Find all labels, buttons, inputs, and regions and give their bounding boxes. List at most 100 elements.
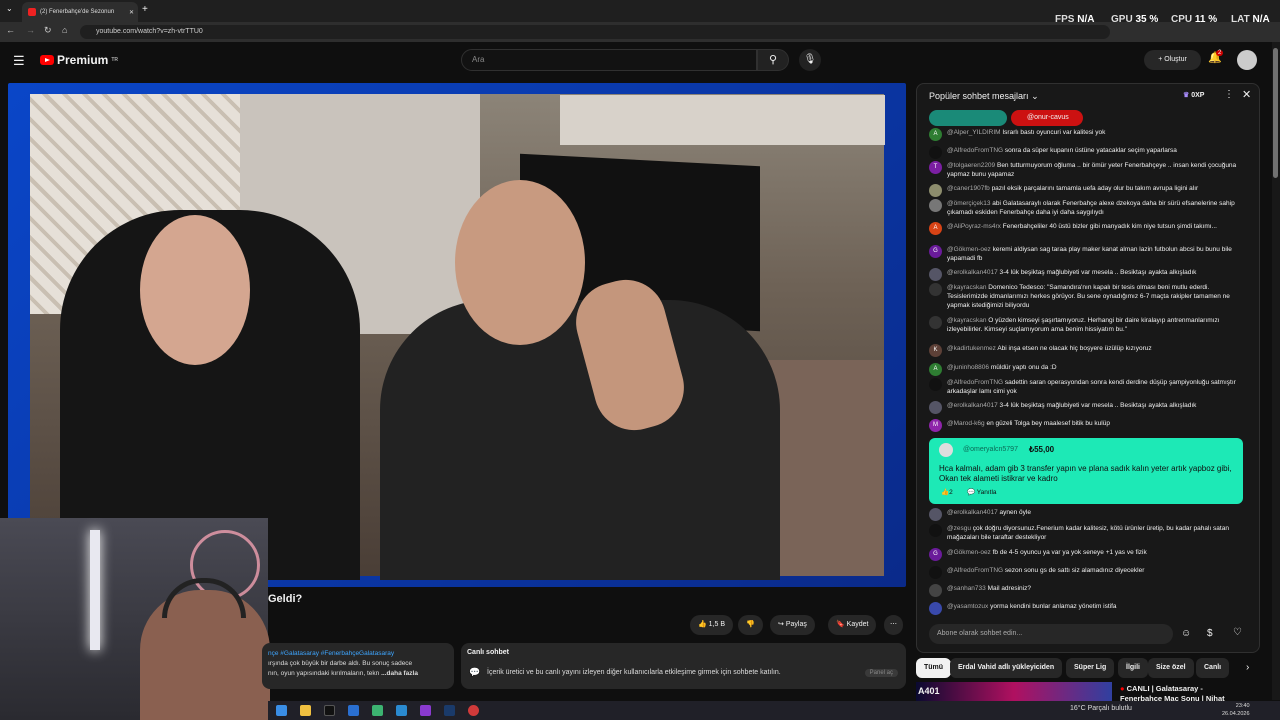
xp-value: 0XP: [1191, 92, 1205, 99]
chat-message[interactable]: @kayracskan O yüzden kimseyi şaşırtamıyo…: [929, 316, 1245, 334]
super-chat-text: Hca kalmalı, adam gib 3 transfer yapın v…: [939, 464, 1232, 483]
chat-author: @Alper_YILDIRIM: [947, 129, 1001, 136]
chat-message[interactable]: @caner1907fb pazıl eksik parçalarını tam…: [929, 184, 1245, 197]
chat-message[interactable]: @kayracskan Domenico Tedesco: "Samandıra…: [929, 283, 1245, 310]
chat-message[interactable]: M @Marod-k6g en güzeli Tolga bey maalesef…: [929, 419, 1245, 432]
tab-list-icon[interactable]: ⌄: [6, 4, 13, 13]
outlook-icon[interactable]: [348, 705, 359, 716]
chat-text: Fenerbahçeliler 40 üstü bizler gibi many…: [1002, 223, 1217, 230]
chat-input[interactable]: Abone olarak sohbet edin...: [929, 624, 1173, 644]
tiktok-icon[interactable]: [324, 705, 335, 716]
chat-message-list[interactable]: A @Alper_YILDIRIM Israrlı bastı oyuncuri …: [917, 128, 1257, 618]
obs-icon[interactable]: [468, 705, 479, 716]
webcam-light: [90, 530, 100, 650]
create-button[interactable]: + Oluştur: [1144, 50, 1201, 70]
reload-icon[interactable]: ↻: [44, 25, 52, 36]
search-button[interactable]: ⚲: [757, 49, 789, 71]
chat-author: @tolgaeren2209: [947, 162, 996, 169]
chat-text: çok doğru diyorsunuz.Fenerium kadar kali…: [947, 525, 1229, 541]
start-icon[interactable]: [276, 705, 287, 716]
chat-message[interactable]: K @kadirtukenmez Abi inşa etsen ne olacak…: [929, 344, 1245, 357]
chat-message[interactable]: @yasamtozux yorma kendini bunlar anlamaz…: [929, 602, 1245, 615]
open-panel-button[interactable]: Panel aç: [864, 669, 898, 677]
new-tab-icon[interactable]: +: [142, 4, 148, 15]
description-box[interactable]: nçe #Galatasaray #FenerbahçeGalatasaray …: [262, 643, 454, 689]
chat-message[interactable]: A @juninho8806 müldür yaptı onu da :D: [929, 363, 1245, 376]
filter-chip[interactable]: Tümü: [916, 658, 952, 678]
chat-message[interactable]: @AlfredoFromTNG sonra da süper kupanın ü…: [929, 146, 1245, 159]
filter-chip[interactable]: İlgili: [1118, 658, 1148, 678]
pinned-user-chip[interactable]: @onur-cavus: [1011, 110, 1083, 126]
chat-message[interactable]: @erolkalkan4017 3-4 lük beşiktaş mağlubi…: [929, 268, 1245, 281]
chat-message[interactable]: @erolkalkan4017 aynen öyle: [929, 508, 1245, 521]
chat-message-body: @AlfredoFromTNG sonra da süper kupanın ü…: [947, 146, 1177, 159]
cpu-value: 11 %: [1194, 14, 1218, 25]
chat-message[interactable]: @AlfredoFromTNG sadettin saran operasyon…: [929, 378, 1245, 396]
chat-author: @AliPoyraz-ms4rx: [947, 223, 1001, 230]
filter-chip[interactable]: Canlı: [1196, 658, 1230, 678]
more-actions-button[interactable]: ⋯: [884, 615, 903, 635]
chat-text: fb de 4-5 oyuncu ya var ya yok seneye +1…: [992, 549, 1147, 556]
chat-message[interactable]: A @Alper_YILDIRIM Israrlı bastı oyuncuri …: [929, 128, 1245, 141]
super-chat-icon[interactable]: $: [1207, 628, 1213, 639]
xbox-icon[interactable]: [372, 705, 383, 716]
save-button[interactable]: 🔖 Kaydet: [828, 615, 877, 635]
chat-message[interactable]: G @Gökmen-oez fb de 4-5 oyuncu ya var ya …: [929, 548, 1245, 561]
chat-message[interactable]: T @tolgaeren2209 Ben tutturmuyorum oğluma…: [929, 161, 1245, 179]
crown-icon: ♛: [1183, 92, 1190, 99]
scrollbar-thumb[interactable]: [1273, 48, 1278, 178]
back-icon[interactable]: ←: [6, 25, 15, 35]
share-button[interactable]: ↪ Paylaş: [770, 615, 815, 635]
voice-search-button[interactable]: 🎙: [799, 49, 821, 71]
explorer-icon[interactable]: [300, 705, 311, 716]
chat-more-icon[interactable]: ⋮: [1224, 89, 1234, 100]
super-chat-like[interactable]: 👍2: [941, 488, 953, 496]
search-input[interactable]: Ara: [461, 49, 757, 71]
url-field[interactable]: youtube.com/watch?v=zh-vtrTTU0: [80, 25, 1110, 39]
clock[interactable]: 23:40 26.04.2026: [1222, 702, 1250, 718]
close-tab-icon[interactable]: ✕: [129, 9, 134, 16]
chat-message-body: @Alper_YILDIRIM Israrlı bastı oyuncuri v…: [947, 128, 1105, 141]
chat-message[interactable]: A @AliPoyraz-ms4rx Fenerbahçeliler 40 üst…: [929, 222, 1245, 235]
filter-chip[interactable]: Süper Lig: [1066, 658, 1115, 678]
avatar: [929, 524, 942, 537]
chat-message[interactable]: G @Gökmen-oez keremi aldiysan sag taraa p…: [929, 245, 1245, 263]
chat-message[interactable]: @AlfredoFromTNG sezon sonu gs de sattı s…: [929, 566, 1245, 579]
xp-badge[interactable]: ♛ 0XP: [1183, 91, 1204, 99]
avatar: [929, 602, 942, 615]
chat-text: sezon sonu gs de sattı siz alamadınız di…: [1004, 567, 1145, 574]
home-icon[interactable]: ⌂: [62, 25, 67, 35]
filter-chip[interactable]: Erdal Vahid adlı yükleyiciden: [950, 658, 1063, 678]
emoji-icon[interactable]: ☺: [1181, 628, 1191, 639]
show-more-link[interactable]: ...daha fazla: [381, 670, 418, 677]
chat-message[interactable]: @sanhan733 Mail adresiniz?: [929, 584, 1245, 597]
dislike-button[interactable]: 👎: [738, 615, 763, 635]
filter-chip[interactable]: Size özel: [1148, 658, 1194, 678]
heart-icon[interactable]: ♡: [1233, 627, 1242, 638]
chevron-right-icon[interactable]: ›: [1246, 662, 1249, 673]
close-icon[interactable]: ✕: [1242, 88, 1251, 101]
menu-icon[interactable]: ☰: [13, 53, 25, 69]
super-chat[interactable]: @omeryalcn5797 ₺55,00 Hca kalmalı, adam …: [929, 438, 1243, 504]
forward-icon[interactable]: →: [26, 25, 35, 35]
weather-widget[interactable]: 16°C Parçalı bulutlu: [1070, 705, 1132, 712]
like-button[interactable]: 👍 1,5 B: [690, 615, 734, 635]
live-chat-card: Canlı sohbet 💬 İçerik üretici ve bu canl…: [461, 643, 906, 689]
chat-author: @kayracskan: [947, 317, 987, 324]
avatar: [929, 268, 942, 281]
steam-icon[interactable]: [444, 705, 455, 716]
taskbar: 16°C Parçalı bulutlu 23:40 26.04.2026: [268, 701, 1280, 720]
chat-message[interactable]: @erolkalkan4017 3-4 lük beşiktaş mağlubi…: [929, 401, 1245, 414]
super-chat-reply[interactable]: 💬 Yanıtla: [967, 488, 997, 496]
pinned-user-chip[interactable]: [929, 110, 1007, 126]
edge-icon[interactable]: [396, 705, 407, 716]
chat-message-body: @erolkalkan4017 3-4 lük beşiktaş mağlubi…: [947, 268, 1196, 281]
live-chat-card-body: İçerik üretici ve bu canlı yayını izleye…: [487, 669, 781, 676]
chat-message[interactable]: @zesgu çok doğru diyorsunuz.Fenerium kad…: [929, 524, 1245, 542]
browser-tab[interactable]: (2) Fenerbahçe'de Sezonun ✕: [22, 2, 138, 22]
app-icon[interactable]: [420, 705, 431, 716]
youtube-logo[interactable]: Premium TR: [40, 53, 118, 67]
chat-message[interactable]: @ömerçiçek13 abi Galatasaraylı olarak Fe…: [929, 199, 1245, 217]
avatar[interactable]: [1237, 50, 1257, 70]
chat-mode-dropdown[interactable]: Popüler sohbet mesajları ⌄: [929, 91, 1039, 102]
